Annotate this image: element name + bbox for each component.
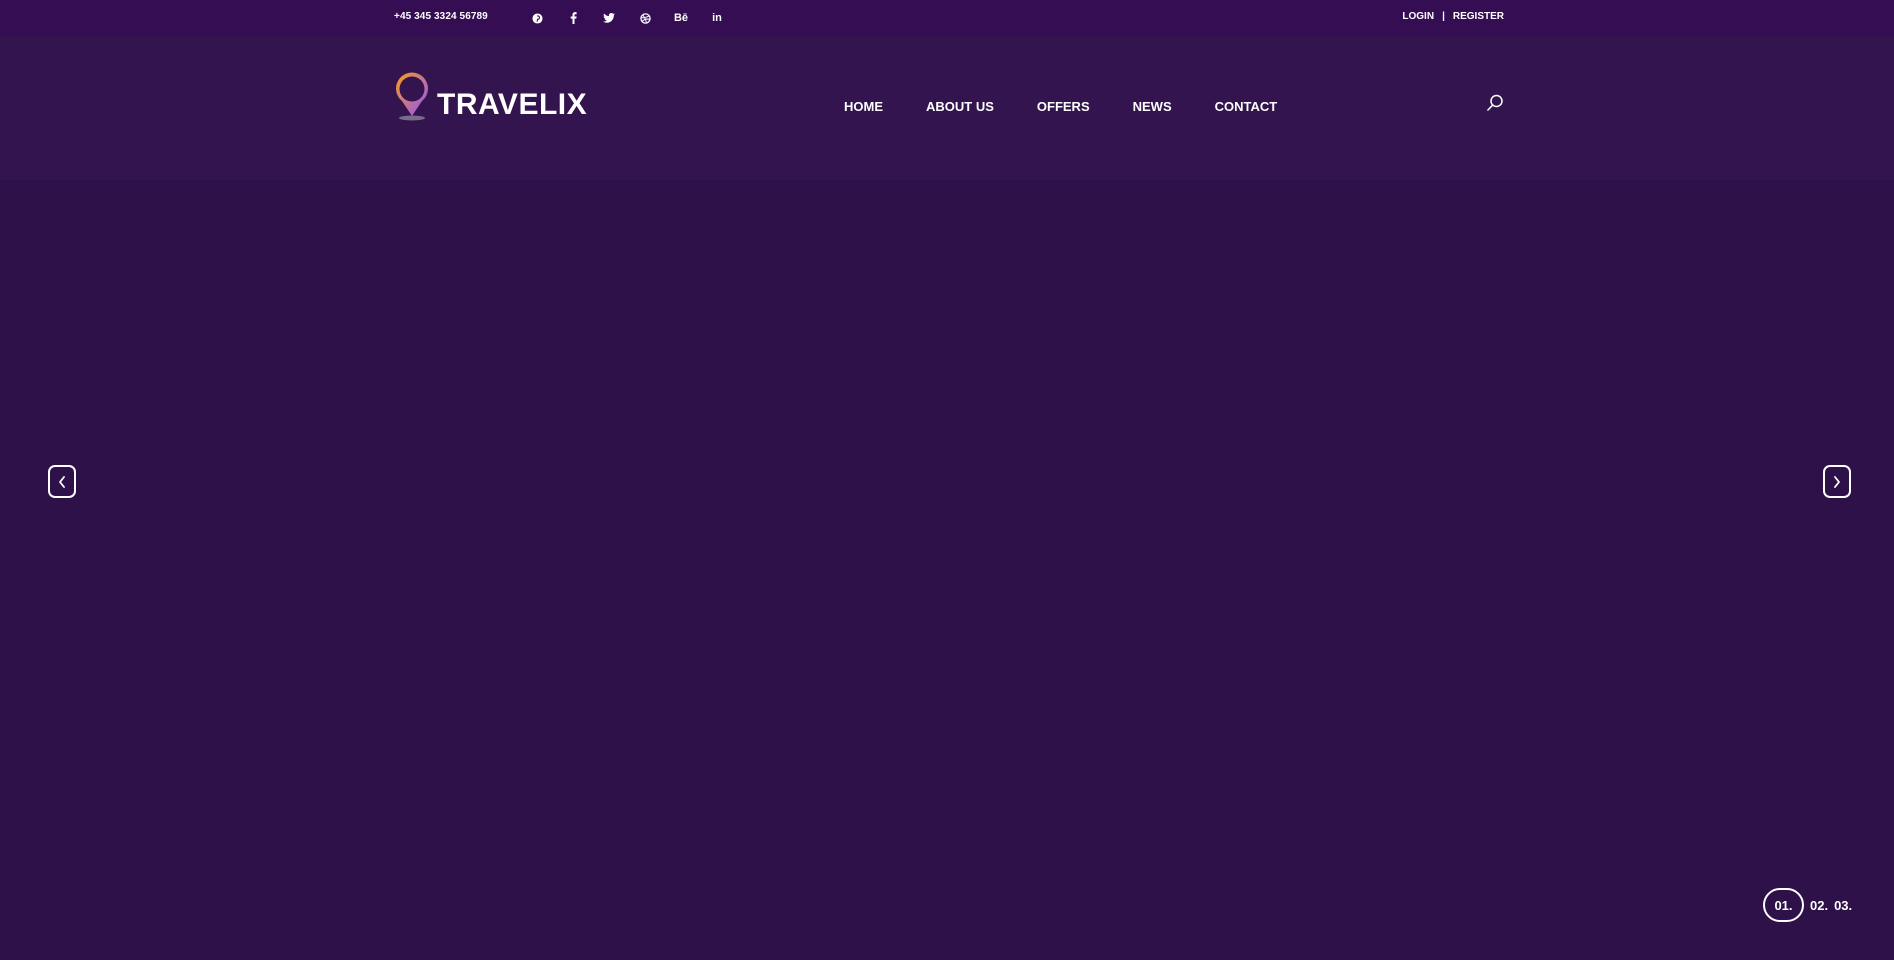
nav-home[interactable]: HOME [844,99,883,114]
nav-news[interactable]: NEWS [1133,99,1172,114]
search-icon[interactable] [1486,94,1504,112]
auth-links: LOGIN | REGISTER [1402,11,1504,22]
slider-pagination: 01. 02. 03. [1763,888,1852,922]
behance-icon[interactable]: Bē [674,11,688,25]
twitter-icon[interactable] [602,11,616,25]
pinterest-icon[interactable] [530,11,544,25]
nav-offers[interactable]: OFFERS [1037,99,1090,114]
slide-dot-02[interactable]: 02. [1810,888,1828,922]
linkedin-glyph: in [712,12,722,24]
chevron-left-icon [59,475,65,488]
linkedin-icon[interactable]: in [710,11,724,25]
logo-text: TRAVELIX [437,88,588,121]
main-nav: HOME ABOUT US OFFERS NEWS CONTACT [844,99,1277,114]
register-link[interactable]: REGISTER [1453,11,1504,22]
dribbble-icon[interactable] [638,11,652,25]
nav-contact[interactable]: CONTACT [1215,99,1278,114]
phone-number: +45 345 3324 56789 [394,11,488,22]
slider-prev-button[interactable] [48,465,76,498]
social-links: Bē in [530,8,746,28]
map-pin-icon [396,72,428,121]
slider-next-button[interactable] [1823,465,1851,498]
chevron-right-icon [1834,475,1840,488]
logo[interactable]: TRAVELIX [393,72,587,122]
top-bar: +45 345 3324 56789 Bē in LOGIN | REGISTE… [0,0,1894,35]
slide-dot-03[interactable]: 03. [1834,888,1852,922]
facebook-icon[interactable] [566,11,580,25]
login-link[interactable]: LOGIN [1402,11,1434,22]
behance-glyph: Bē [673,12,689,24]
slide-dot-01[interactable]: 01. [1763,888,1804,922]
auth-separator: | [1442,11,1445,22]
nav-about-us[interactable]: ABOUT US [926,99,994,114]
